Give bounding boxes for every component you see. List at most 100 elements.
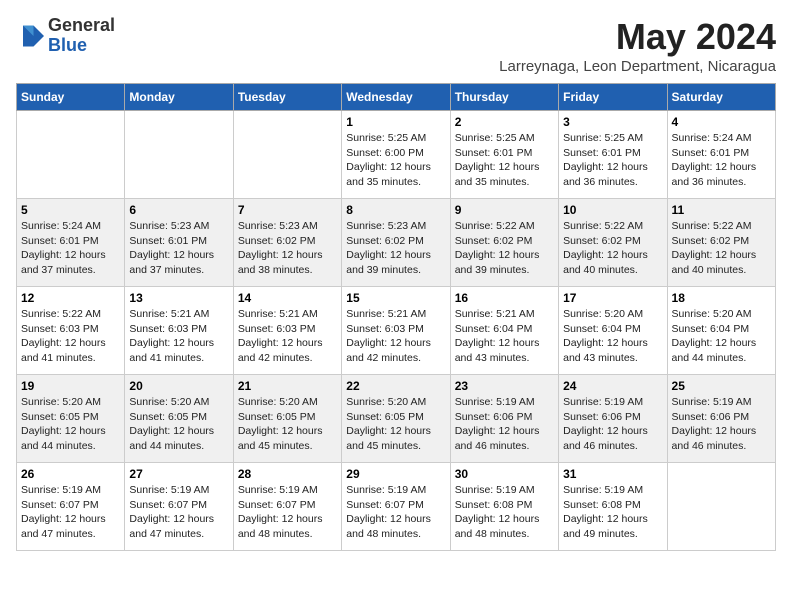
calendar-cell: 29 Sunrise: 5:19 AMSunset: 6:07 PMDayligh…	[342, 463, 450, 551]
logo-icon	[16, 22, 44, 50]
calendar-table: SundayMondayTuesdayWednesdayThursdayFrid…	[16, 83, 776, 551]
calendar-header-row: SundayMondayTuesdayWednesdayThursdayFrid…	[17, 84, 776, 111]
page-header: General Blue May 2024 Larreynaga, Leon D…	[16, 16, 776, 75]
day-info: Sunrise: 5:21 AMSunset: 6:03 PMDaylight:…	[346, 307, 445, 366]
day-number: 11	[672, 203, 771, 217]
day-number: 29	[346, 467, 445, 481]
day-info: Sunrise: 5:19 AMSunset: 6:07 PMDaylight:…	[129, 483, 228, 542]
calendar-cell: 1 Sunrise: 5:25 AMSunset: 6:00 PMDaylight…	[342, 111, 450, 199]
calendar-week-row: 1 Sunrise: 5:25 AMSunset: 6:00 PMDaylight…	[17, 111, 776, 199]
calendar-cell: 21 Sunrise: 5:20 AMSunset: 6:05 PMDayligh…	[233, 375, 341, 463]
day-info: Sunrise: 5:20 AMSunset: 6:04 PMDaylight:…	[672, 307, 771, 366]
day-of-week-header: Saturday	[667, 84, 775, 111]
day-info: Sunrise: 5:25 AMSunset: 6:01 PMDaylight:…	[563, 131, 662, 190]
day-number: 9	[455, 203, 554, 217]
calendar-cell: 13 Sunrise: 5:21 AMSunset: 6:03 PMDayligh…	[125, 287, 233, 375]
day-info: Sunrise: 5:20 AMSunset: 6:05 PMDaylight:…	[21, 395, 120, 454]
calendar-cell: 27Sunrise: 5:19 AMSunset: 6:07 PMDayligh…	[125, 463, 233, 551]
day-number: 7	[238, 203, 337, 217]
day-info: Sunrise: 5:19 AMSunset: 6:06 PMDaylight:…	[455, 395, 554, 454]
day-number: 30	[455, 467, 554, 481]
calendar-cell: 28Sunrise: 5:19 AMSunset: 6:07 PMDayligh…	[233, 463, 341, 551]
day-number: 21	[238, 379, 337, 393]
day-info: Sunrise: 5:19 AMSunset: 6:06 PMDaylight:…	[563, 395, 662, 454]
day-number: 24	[563, 379, 662, 393]
day-info: Sunrise: 5:25 AMSunset: 6:00 PMDaylight:…	[346, 131, 445, 190]
day-info: Sunrise: 5:19 AMSunset: 6:07 PMDaylight:…	[238, 483, 337, 542]
day-info: Sunrise: 5:20 AMSunset: 6:05 PMDaylight:…	[346, 395, 445, 454]
day-number: 10	[563, 203, 662, 217]
day-of-week-header: Thursday	[450, 84, 558, 111]
calendar-cell: 24 Sunrise: 5:19 AMSunset: 6:06 PMDayligh…	[559, 375, 667, 463]
day-info: Sunrise: 5:20 AMSunset: 6:04 PMDaylight:…	[563, 307, 662, 366]
calendar-week-row: 26 Sunrise: 5:19 AMSunset: 6:07 PMDayligh…	[17, 463, 776, 551]
calendar-cell: 5 Sunrise: 5:24 AMSunset: 6:01 PMDaylight…	[17, 199, 125, 287]
calendar-cell: 20 Sunrise: 5:20 AMSunset: 6:05 PMDayligh…	[125, 375, 233, 463]
day-number: 26	[21, 467, 120, 481]
day-number: 20	[129, 379, 228, 393]
day-info: Sunrise: 5:20 AMSunset: 6:05 PMDaylight:…	[129, 395, 228, 454]
day-info: Sunrise: 5:21 AMSunset: 6:03 PMDaylight:…	[129, 307, 228, 366]
location-subtitle: Larreynaga, Leon Department, Nicaragua	[499, 58, 776, 75]
day-number: 5	[21, 203, 120, 217]
calendar-cell: 12 Sunrise: 5:22 AMSunset: 6:03 PMDayligh…	[17, 287, 125, 375]
day-info: Sunrise: 5:24 AMSunset: 6:01 PMDaylight:…	[672, 131, 771, 190]
day-number: 14	[238, 291, 337, 305]
day-info: Sunrise: 5:22 AMSunset: 6:03 PMDaylight:…	[21, 307, 120, 366]
calendar-cell: 15 Sunrise: 5:21 AMSunset: 6:03 PMDayligh…	[342, 287, 450, 375]
day-number: 15	[346, 291, 445, 305]
title-block: May 2024 Larreynaga, Leon Department, Ni…	[499, 16, 776, 75]
day-of-week-header: Wednesday	[342, 84, 450, 111]
day-number: 3	[563, 115, 662, 129]
day-info: Sunrise: 5:19 AMSunset: 6:07 PMDaylight:…	[346, 483, 445, 542]
day-number: 19	[21, 379, 120, 393]
logo: General Blue	[16, 16, 115, 56]
day-of-week-header: Sunday	[17, 84, 125, 111]
day-of-week-header: Friday	[559, 84, 667, 111]
day-info: Sunrise: 5:20 AMSunset: 6:05 PMDaylight:…	[238, 395, 337, 454]
calendar-cell: 16Sunrise: 5:21 AMSunset: 6:04 PMDayligh…	[450, 287, 558, 375]
day-info: Sunrise: 5:19 AMSunset: 6:08 PMDaylight:…	[455, 483, 554, 542]
day-info: Sunrise: 5:23 AMSunset: 6:02 PMDaylight:…	[238, 219, 337, 278]
day-info: Sunrise: 5:24 AMSunset: 6:01 PMDaylight:…	[21, 219, 120, 278]
day-info: Sunrise: 5:22 AMSunset: 6:02 PMDaylight:…	[455, 219, 554, 278]
day-info: Sunrise: 5:21 AMSunset: 6:03 PMDaylight:…	[238, 307, 337, 366]
calendar-cell: 18 Sunrise: 5:20 AMSunset: 6:04 PMDayligh…	[667, 287, 775, 375]
day-number: 16	[455, 291, 554, 305]
day-info: Sunrise: 5:19 AMSunset: 6:06 PMDaylight:…	[672, 395, 771, 454]
day-number: 31	[563, 467, 662, 481]
calendar-cell: 26 Sunrise: 5:19 AMSunset: 6:07 PMDayligh…	[17, 463, 125, 551]
day-number: 13	[129, 291, 228, 305]
day-number: 2	[455, 115, 554, 129]
calendar-cell: 3 Sunrise: 5:25 AMSunset: 6:01 PMDaylight…	[559, 111, 667, 199]
logo-blue: Blue	[48, 36, 115, 56]
logo-general: General	[48, 16, 115, 36]
day-number: 18	[672, 291, 771, 305]
calendar-cell: 14 Sunrise: 5:21 AMSunset: 6:03 PMDayligh…	[233, 287, 341, 375]
day-number: 8	[346, 203, 445, 217]
day-info: Sunrise: 5:23 AMSunset: 6:02 PMDaylight:…	[346, 219, 445, 278]
calendar-week-row: 12 Sunrise: 5:22 AMSunset: 6:03 PMDayligh…	[17, 287, 776, 375]
calendar-cell: 31 Sunrise: 5:19 AMSunset: 6:08 PMDayligh…	[559, 463, 667, 551]
day-number: 25	[672, 379, 771, 393]
day-info: Sunrise: 5:22 AMSunset: 6:02 PMDaylight:…	[563, 219, 662, 278]
day-number: 6	[129, 203, 228, 217]
day-number: 4	[672, 115, 771, 129]
day-number: 17	[563, 291, 662, 305]
calendar-cell: 30 Sunrise: 5:19 AMSunset: 6:08 PMDayligh…	[450, 463, 558, 551]
day-info: Sunrise: 5:19 AMSunset: 6:08 PMDaylight:…	[563, 483, 662, 542]
day-number: 1	[346, 115, 445, 129]
calendar-cell: 8 Sunrise: 5:23 AMSunset: 6:02 PMDaylight…	[342, 199, 450, 287]
calendar-cell	[667, 463, 775, 551]
day-info: Sunrise: 5:23 AMSunset: 6:01 PMDaylight:…	[129, 219, 228, 278]
calendar-cell: 11 Sunrise: 5:22 AMSunset: 6:02 PMDayligh…	[667, 199, 775, 287]
day-info: Sunrise: 5:19 AMSunset: 6:07 PMDaylight:…	[21, 483, 120, 542]
day-info: Sunrise: 5:22 AMSunset: 6:02 PMDaylight:…	[672, 219, 771, 278]
month-title: May 2024	[499, 16, 776, 58]
calendar-cell: 23 Sunrise: 5:19 AMSunset: 6:06 PMDayligh…	[450, 375, 558, 463]
day-number: 12	[21, 291, 120, 305]
calendar-cell: 17 Sunrise: 5:20 AMSunset: 6:04 PMDayligh…	[559, 287, 667, 375]
calendar-cell: 6 Sunrise: 5:23 AMSunset: 6:01 PMDaylight…	[125, 199, 233, 287]
day-number: 23	[455, 379, 554, 393]
calendar-week-row: 19 Sunrise: 5:20 AMSunset: 6:05 PMDayligh…	[17, 375, 776, 463]
